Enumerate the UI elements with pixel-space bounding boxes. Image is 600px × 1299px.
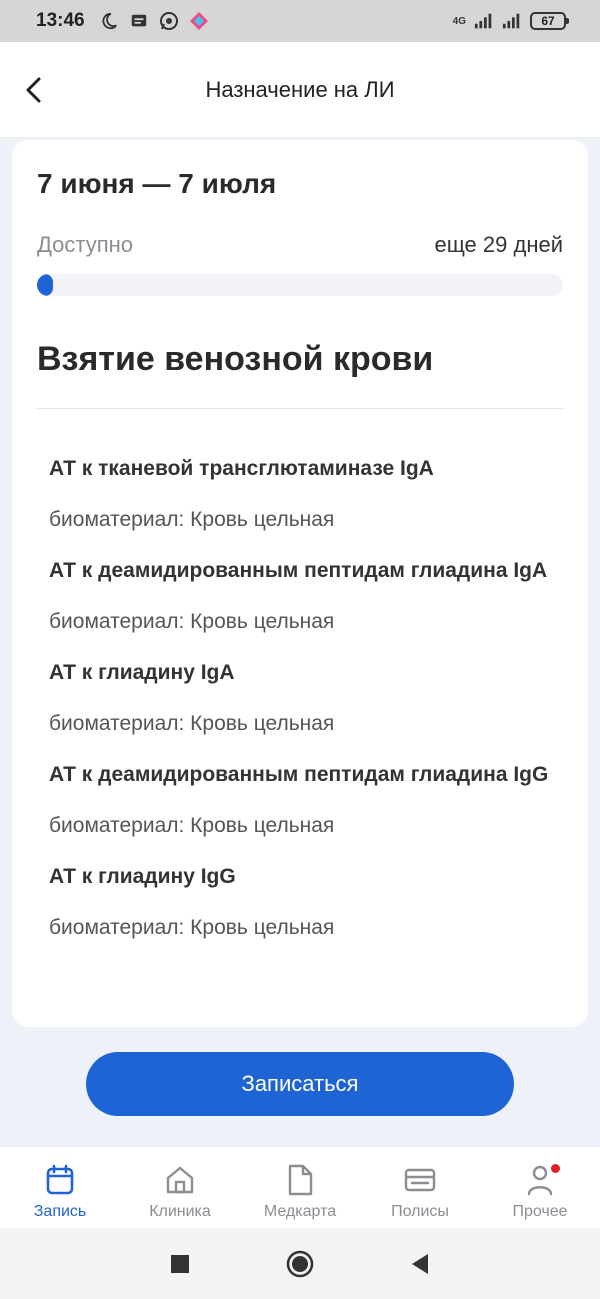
status-right: 4G 67 xyxy=(452,11,569,31)
test-name: АТ к деамидированным пептидам глиадина I… xyxy=(49,559,548,582)
availability-progress xyxy=(37,274,563,296)
test-biomaterial: биоматериал: Кровь цельная xyxy=(49,712,335,735)
divider xyxy=(37,408,563,409)
available-label: Доступно xyxy=(37,232,134,257)
nav-item-policies[interactable]: Полисы xyxy=(360,1147,480,1228)
test-biomaterial: биоматериал: Кровь цельная xyxy=(49,610,335,633)
back-system-button[interactable] xyxy=(405,1249,435,1279)
date-range: 7 июня — 7 июля xyxy=(37,168,277,199)
progress-fill xyxy=(37,274,53,296)
book-appointment-button[interactable]: Записаться xyxy=(86,1052,514,1116)
app-icon xyxy=(189,11,209,31)
test-name: АТ к глиадину IgG xyxy=(49,865,236,888)
test-item: АТ к глиадину IgA биоматериал: Кровь цел… xyxy=(49,658,563,738)
back-button[interactable] xyxy=(14,70,54,110)
app-header: Назначение на ЛИ xyxy=(0,42,600,138)
recents-button[interactable] xyxy=(165,1249,195,1279)
calendar-icon xyxy=(43,1163,77,1197)
test-name: АТ к глиадину IgA xyxy=(49,661,235,684)
test-name: АТ к тканевой трансглютаминазе IgA xyxy=(49,457,434,480)
bottom-navigation: Запись Клиника Медкарта Полисы Прочее xyxy=(0,1146,600,1228)
square-icon xyxy=(171,1254,189,1273)
moon-icon xyxy=(99,11,119,31)
nav-label: Клиника xyxy=(149,1203,211,1220)
page-title: Назначение на ЛИ xyxy=(205,76,395,102)
card-icon xyxy=(403,1163,437,1197)
signal-icon xyxy=(474,11,494,31)
message-icon xyxy=(129,11,149,31)
section-title: Взятие венозной крови xyxy=(37,340,434,378)
circle-icon xyxy=(286,1250,314,1277)
notification-dot xyxy=(551,1164,560,1173)
test-item: АТ к деамидированным пептидам глиадина I… xyxy=(49,760,563,840)
test-list: АТ к тканевой трансглютаминазе IgA биома… xyxy=(49,454,563,964)
network-label: 4G xyxy=(452,15,466,27)
nav-item-appointments[interactable]: Запись xyxy=(0,1147,120,1228)
test-biomaterial: биоматериал: Кровь цельная xyxy=(49,814,335,837)
test-item: АТ к глиадину IgG биоматериал: Кровь цел… xyxy=(49,862,563,942)
nav-item-clinic[interactable]: Клиника xyxy=(120,1147,240,1228)
test-biomaterial: биоматериал: Кровь цельная xyxy=(49,916,335,939)
home-button[interactable] xyxy=(285,1249,315,1279)
test-name: АТ к деамидированным пептидам глиадина I… xyxy=(49,763,549,786)
chevron-left-icon xyxy=(26,77,41,103)
home-icon xyxy=(163,1163,197,1197)
status-left: 13:46 xyxy=(36,10,209,32)
status-bar: 13:46 4G 67 xyxy=(0,0,600,42)
test-item: АТ к деамидированным пептидам глиадина I… xyxy=(49,556,563,636)
nav-label: Медкарта xyxy=(263,1203,337,1220)
nav-item-medical-record[interactable]: Медкарта xyxy=(240,1147,360,1228)
nav-item-other[interactable]: Прочее xyxy=(480,1147,600,1228)
test-item: АТ к тканевой трансглютаминазе IgA биома… xyxy=(49,454,563,534)
remaining-days: еще 29 дней xyxy=(434,232,563,257)
system-navigation xyxy=(0,1228,600,1299)
status-time: 13:46 xyxy=(36,10,85,31)
battery-icon: 67 xyxy=(530,12,569,30)
signal-icon-2 xyxy=(502,11,522,31)
nav-label: Полисы xyxy=(391,1203,449,1220)
appointment-card: 7 июня — 7 июля Доступно еще 29 дней Взя… xyxy=(12,140,588,1027)
triangle-left-icon xyxy=(412,1253,428,1274)
test-biomaterial: биоматериал: Кровь цельная xyxy=(49,508,335,531)
document-icon xyxy=(283,1163,317,1197)
availability-row: Доступно еще 29 дней xyxy=(37,232,563,258)
nav-label: Прочее xyxy=(512,1203,568,1220)
nav-label: Запись xyxy=(33,1203,87,1220)
whatsapp-icon xyxy=(159,11,179,31)
